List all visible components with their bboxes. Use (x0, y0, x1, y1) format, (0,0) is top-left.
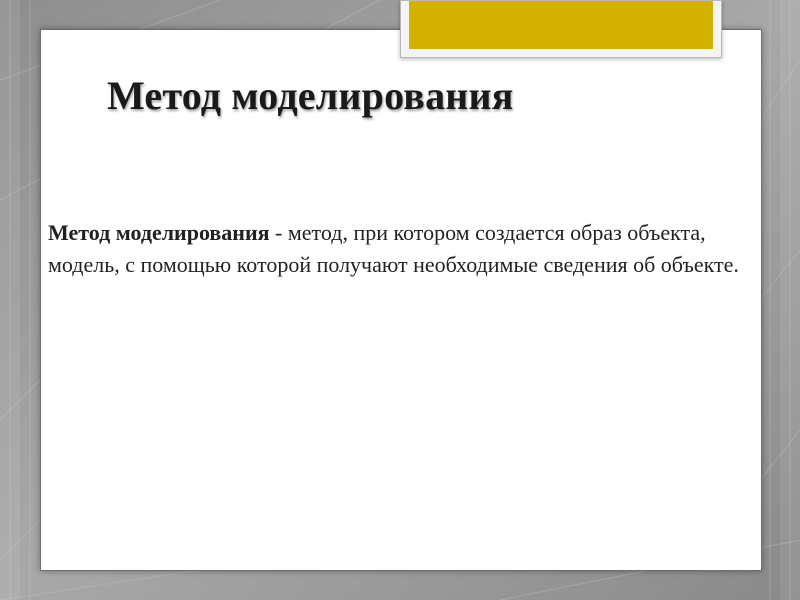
slide-title: Метод моделирования (107, 73, 514, 118)
slide-body-text: Метод моделирования - метод, при котором… (48, 217, 754, 281)
accent-tab-fill (409, 1, 713, 49)
accent-tab (400, 0, 722, 58)
body-term: Метод моделирования (48, 220, 270, 245)
slide-page: { "slide": { "title": "Метод моделирован… (0, 0, 800, 600)
